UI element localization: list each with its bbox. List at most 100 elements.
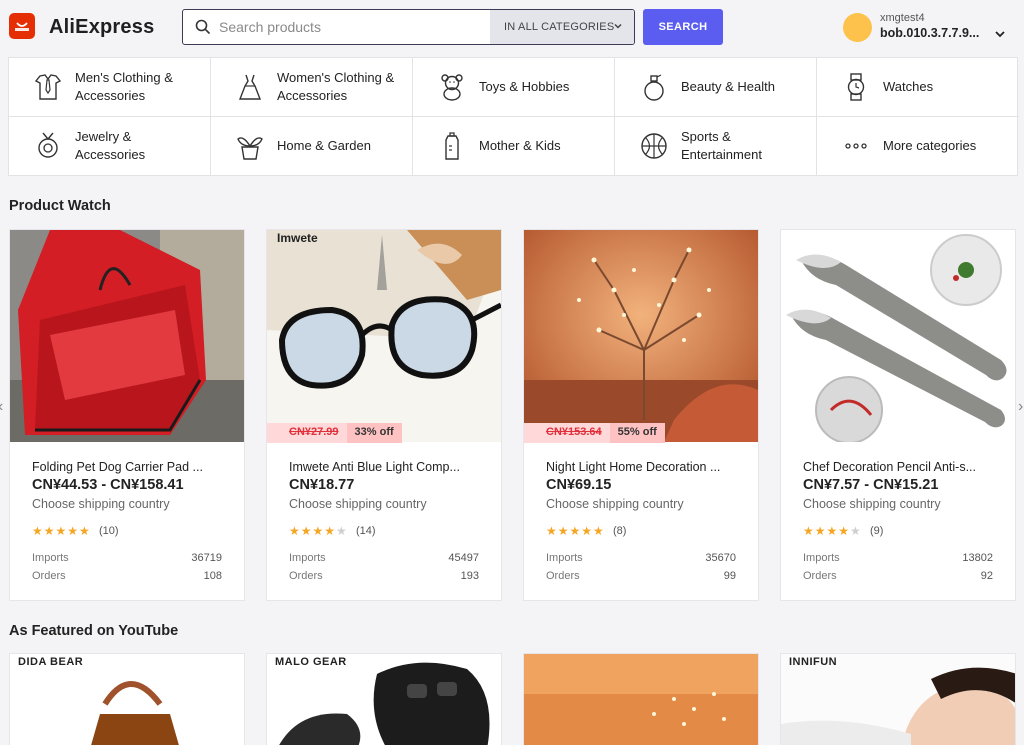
product-image[interactable] [781, 230, 1015, 442]
youtube-product-card[interactable]: INNIFUN [780, 653, 1016, 745]
brand-label: DIDA BEAR [18, 656, 84, 668]
user-name[interactable]: xmgtest4 [880, 12, 925, 24]
category-label: Men's Clothing & Accessories [75, 70, 173, 103]
watch-icon [847, 73, 865, 101]
teddy-bear-icon [441, 74, 463, 101]
star-rating: ★★★★★ [546, 524, 605, 538]
youtube-product-card[interactable] [523, 653, 759, 745]
youtube-product-card[interactable]: DIDA BEAR [9, 653, 245, 745]
product-price: CN¥69.15 [546, 477, 612, 493]
section-title-youtube: As Featured on YouTube [9, 623, 179, 639]
category-mens-clothing[interactable]: Men's Clothing & Accessories [9, 58, 211, 117]
category-sports[interactable]: Sports & Entertainment [615, 117, 817, 176]
perfume-icon [644, 74, 664, 101]
category-watches[interactable]: Watches [817, 58, 1019, 117]
imports-label: Imports [546, 552, 583, 564]
category-more[interactable]: More categories [817, 117, 1019, 176]
product-image[interactable]: Imwete [267, 230, 501, 442]
chevron-down-icon [614, 23, 622, 29]
carousel-next-icon[interactable]: › [1018, 398, 1023, 416]
product-price: CN¥18.77 [289, 477, 355, 493]
plant-icon [237, 137, 263, 160]
product-name[interactable]: Night Light Home Decoration ... [546, 460, 746, 474]
orders-value: 108 [203, 570, 222, 582]
discount-badge: CN¥153.64 55% off [524, 423, 665, 443]
product-image[interactable] [10, 230, 244, 442]
product-name[interactable]: Folding Pet Dog Carrier Pad ... [32, 460, 232, 474]
brand-label: INNIFUN [789, 656, 838, 668]
category-select[interactable]: IN ALL CATEGORIES [490, 10, 634, 44]
search-button[interactable]: SEARCH [643, 9, 723, 45]
category-label: Beauty & Health [681, 79, 775, 94]
user-id[interactable]: bob.010.3.7.7.9... [880, 26, 979, 40]
search-bar: IN ALL CATEGORIES [182, 9, 635, 45]
category-womens-clothing[interactable]: Women's Clothing & Accessories [211, 58, 413, 117]
category-beauty[interactable]: Beauty & Health [615, 58, 817, 117]
review-count: (8) [613, 525, 627, 537]
shipping-text[interactable]: Choose shipping country [32, 497, 170, 511]
aliexpress-logo-icon[interactable] [9, 13, 35, 39]
dress-icon [238, 74, 262, 100]
imports-label: Imports [289, 552, 326, 564]
product-card[interactable]: Folding Pet Dog Carrier Pad ... CN¥44.53… [9, 229, 245, 601]
star-rating: ★★★★★ [32, 524, 91, 538]
search-icon [195, 19, 211, 35]
header: AliExpress IN ALL CATEGORIES SEARCH xmgt… [0, 0, 1024, 56]
more-dots-icon [845, 143, 867, 149]
imports-value: 13802 [962, 552, 993, 564]
product-card[interactable]: Imwete CN¥27.99 33% off Imwete Anti Blue… [266, 229, 502, 601]
product-image[interactable] [524, 230, 758, 442]
review-count: (10) [99, 525, 119, 537]
imports-value: 35670 [705, 552, 736, 564]
original-price: CN¥27.99 [267, 423, 347, 443]
imports-label: Imports [803, 552, 840, 564]
svg-text:Imwete: Imwete [277, 231, 318, 245]
category-toys[interactable]: Toys & Hobbies [413, 58, 615, 117]
orders-value: 92 [980, 570, 993, 582]
star-rating: ★★★★★ [803, 524, 862, 538]
star-rating: ★★★★★ [289, 524, 348, 538]
imports-value: 36719 [191, 552, 222, 564]
search-input[interactable] [219, 10, 489, 44]
carousel-prev-icon[interactable]: ‹ [0, 398, 3, 416]
orders-label: Orders [289, 570, 323, 582]
product-card[interactable]: Chef Decoration Pencil Anti-s... CN¥7.57… [780, 229, 1016, 601]
ring-icon [38, 132, 58, 158]
category-label: Mother & Kids [479, 138, 561, 153]
product-name[interactable]: Chef Decoration Pencil Anti-s... [803, 460, 1003, 474]
category-mother-kids[interactable]: Mother & Kids [413, 117, 615, 176]
category-label: More categories [883, 138, 977, 153]
discount-badge: CN¥27.99 33% off [267, 423, 402, 443]
imports-value: 45497 [448, 552, 479, 564]
imports-label: Imports [32, 552, 69, 564]
category-jewelry[interactable]: Jewelry & Accessories [9, 117, 211, 176]
category-select-label: IN ALL CATEGORIES [504, 21, 615, 33]
avatar[interactable] [843, 13, 872, 42]
user-menu-chevron-icon[interactable] [994, 29, 1006, 39]
shirt-tie-icon [34, 74, 62, 100]
logo-text[interactable]: AliExpress [49, 16, 154, 39]
original-price: CN¥153.64 [524, 423, 610, 443]
category-label: Toys & Hobbies [479, 79, 570, 94]
orders-label: Orders [803, 570, 837, 582]
product-price: CN¥44.53 - CN¥158.41 [32, 477, 184, 493]
discount-percent: 33% off [346, 423, 402, 443]
shipping-text[interactable]: Choose shipping country [289, 497, 427, 511]
shipping-text[interactable]: Choose shipping country [546, 497, 684, 511]
brand-label: MALO GEAR [275, 656, 347, 668]
section-title-product-watch: Product Watch [9, 198, 111, 214]
product-card[interactable]: CN¥153.64 55% off Night Light Home Decor… [523, 229, 759, 601]
shipping-text[interactable]: Choose shipping country [803, 497, 941, 511]
orders-label: Orders [32, 570, 66, 582]
review-count: (14) [356, 525, 376, 537]
review-count: (9) [870, 525, 884, 537]
discount-percent: 55% off [609, 423, 665, 443]
category-label: Sports & Entertainment [681, 129, 762, 162]
category-home-garden[interactable]: Home & Garden [211, 117, 413, 176]
orders-value: 99 [723, 570, 736, 582]
youtube-product-card[interactable]: MALO GEAR [266, 653, 502, 745]
baby-bottle-icon [445, 132, 459, 160]
orders-value: 193 [460, 570, 479, 582]
category-grid: Men's Clothing & Accessories Women's Clo… [8, 57, 1019, 176]
product-name[interactable]: Imwete Anti Blue Light Comp... [289, 460, 489, 474]
